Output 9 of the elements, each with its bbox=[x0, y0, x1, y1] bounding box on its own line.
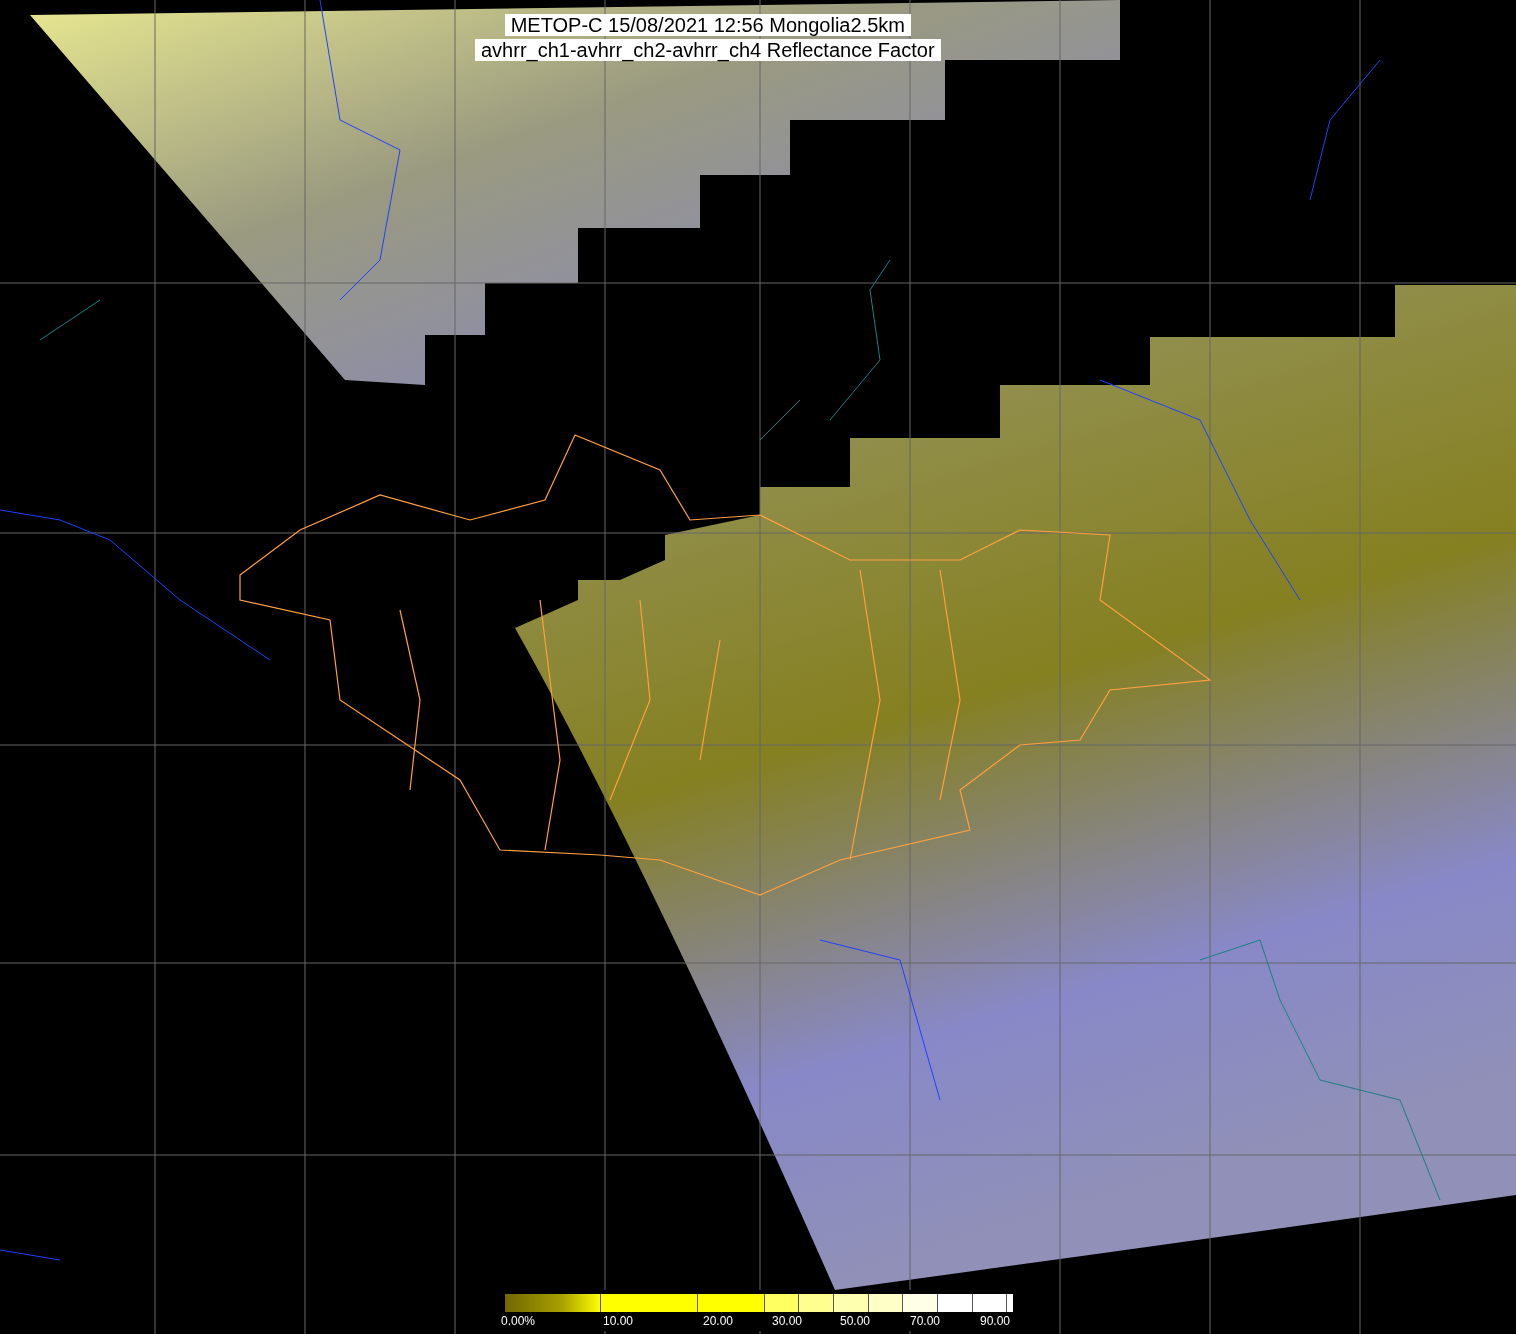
title-text: avhrr_ch1-avhrr_ch2-avhrr_ch4 Reflectance Factor bbox=[475, 39, 941, 61]
scale-label: 0.00% bbox=[501, 1314, 537, 1329]
title-text: METOP-C 15/08/2021 12:56 Mongolia2.5km bbox=[504, 14, 911, 36]
scale-label: 30.00 bbox=[772, 1314, 804, 1329]
scale-label: 50.00 bbox=[840, 1314, 872, 1329]
scale-label: 20.00 bbox=[703, 1314, 735, 1329]
scale-label: 90.00 bbox=[980, 1314, 1011, 1329]
scale-label: 10.00 bbox=[602, 1314, 635, 1329]
scale-label: 70.00 bbox=[910, 1314, 942, 1329]
